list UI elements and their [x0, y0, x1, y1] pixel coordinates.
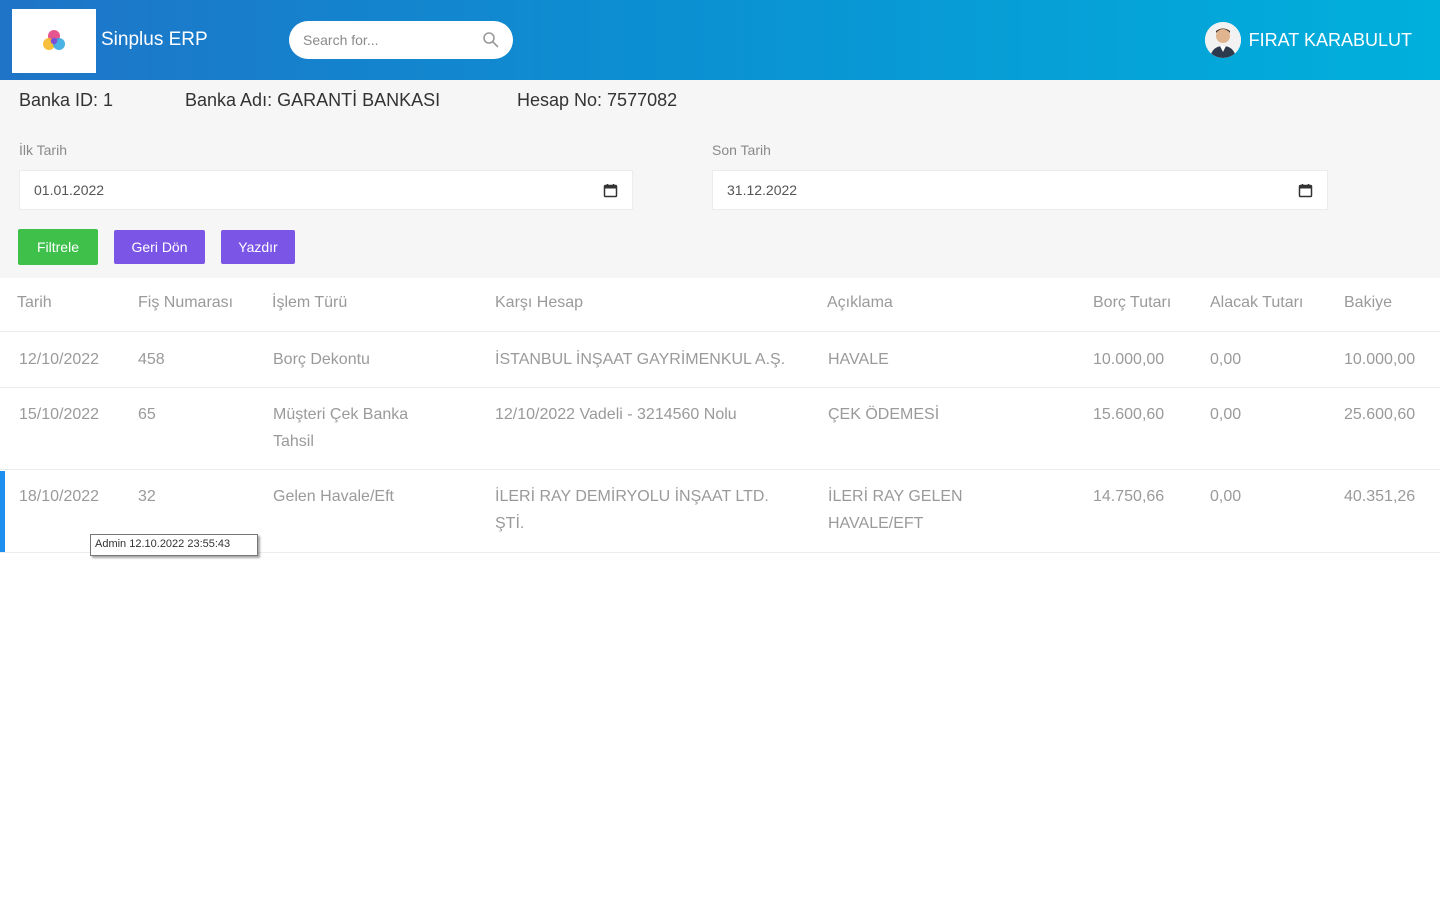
- column-header-transaction-type[interactable]: İşlem Türü: [272, 294, 347, 312]
- column-header-date[interactable]: Tarih: [17, 294, 52, 312]
- logo[interactable]: [12, 9, 96, 73]
- cell-date: 18/10/2022: [19, 488, 100, 505]
- cell-receipt-no: 65: [138, 406, 156, 423]
- top-header: Sinplus ERP FIRAT KARABULUT: [0, 0, 1440, 80]
- cell-date: 15/10/2022: [19, 406, 100, 423]
- end-date-input[interactable]: 31.12.2022: [712, 170, 1328, 210]
- cell-date: 12/10/2022: [19, 351, 100, 368]
- divider: [0, 331, 1440, 332]
- cell-receipt-no: 458: [138, 351, 165, 368]
- logo-icon: [43, 30, 65, 50]
- brand-name: Sinplus ERP: [101, 29, 208, 50]
- start-date-input[interactable]: 01.01.2022: [19, 170, 633, 210]
- cell-description: ÇEK ÖDEMESİ: [828, 406, 940, 423]
- bank-id: Banka ID: 1: [19, 90, 114, 110]
- calendar-icon[interactable]: [603, 183, 618, 198]
- cell-debit: 14.750,66: [1093, 488, 1165, 505]
- end-date-value: 31.12.2022: [727, 182, 798, 198]
- cell-receipt-no: 32: [138, 488, 156, 505]
- account-number: Hesap No: 7577082: [517, 90, 678, 110]
- cell-debit: 15.600,60: [1093, 406, 1165, 423]
- divider: [0, 387, 1440, 388]
- column-header-receipt-no[interactable]: Fiş Numarası: [138, 294, 233, 312]
- selected-row-marker: [0, 471, 5, 552]
- avatar[interactable]: [1204, 22, 1241, 58]
- cell-debit: 10.000,00: [1093, 351, 1165, 368]
- filter-button[interactable]: Filtrele: [18, 229, 98, 265]
- calendar-icon[interactable]: [1298, 183, 1313, 198]
- row-tooltip: Admin 12.10.2022 23:55:43: [90, 534, 258, 556]
- back-button[interactable]: Geri Dön: [114, 230, 205, 264]
- cell-transaction-type: Müşteri Çek Banka Tahsil: [273, 406, 409, 450]
- cell-counter-account: İLERİ RAY DEMİRYOLU İNŞAAT LTD. ŞTİ.: [495, 488, 769, 532]
- user-name[interactable]: FIRAT KARABULUT: [1249, 30, 1412, 51]
- user-avatar-icon: [1204, 22, 1241, 58]
- column-header-counter-account[interactable]: Karşı Hesap: [495, 294, 583, 312]
- start-date-value: 01.01.2022: [34, 182, 105, 198]
- cell-balance: 40.351,26: [1344, 488, 1416, 505]
- cell-credit: 0,00: [1210, 488, 1242, 505]
- search-icon[interactable]: [482, 31, 499, 48]
- cell-transaction-type: Gelen Havale/Eft: [273, 488, 394, 505]
- cell-credit: 0,00: [1210, 351, 1242, 368]
- cell-counter-account: İSTANBUL İNŞAAT GAYRİMENKUL A.Ş.: [495, 351, 786, 368]
- column-header-description[interactable]: Açıklama: [827, 294, 893, 312]
- column-header-debit[interactable]: Borç Tutarı: [1093, 294, 1171, 312]
- search-input[interactable]: [303, 30, 473, 50]
- cell-transaction-type: Borç Dekontu: [273, 351, 370, 368]
- cell-credit: 0,00: [1210, 406, 1242, 423]
- search-box[interactable]: [289, 21, 513, 59]
- column-header-balance[interactable]: Bakiye: [1344, 294, 1392, 312]
- cell-balance: 25.600,60: [1344, 406, 1416, 423]
- start-date-label: İlk Tarih: [19, 142, 67, 158]
- user-menu[interactable]: FIRAT KARABULUT: [1204, 22, 1412, 58]
- column-header-credit[interactable]: Alacak Tutarı: [1210, 294, 1303, 312]
- end-date-label: Son Tarih: [712, 142, 771, 158]
- cell-counter-account: 12/10/2022 Vadeli - 3214560 Nolu: [495, 406, 737, 423]
- cell-balance: 10.000,00: [1344, 351, 1416, 368]
- cell-description: HAVALE: [828, 351, 889, 368]
- cell-description: İLERİ RAY GELEN HAVALE/EFT: [828, 488, 963, 532]
- print-button[interactable]: Yazdır: [221, 230, 295, 264]
- divider: [0, 469, 1440, 470]
- bank-name: Banka Adı: GARANTİ BANKASI: [185, 90, 441, 110]
